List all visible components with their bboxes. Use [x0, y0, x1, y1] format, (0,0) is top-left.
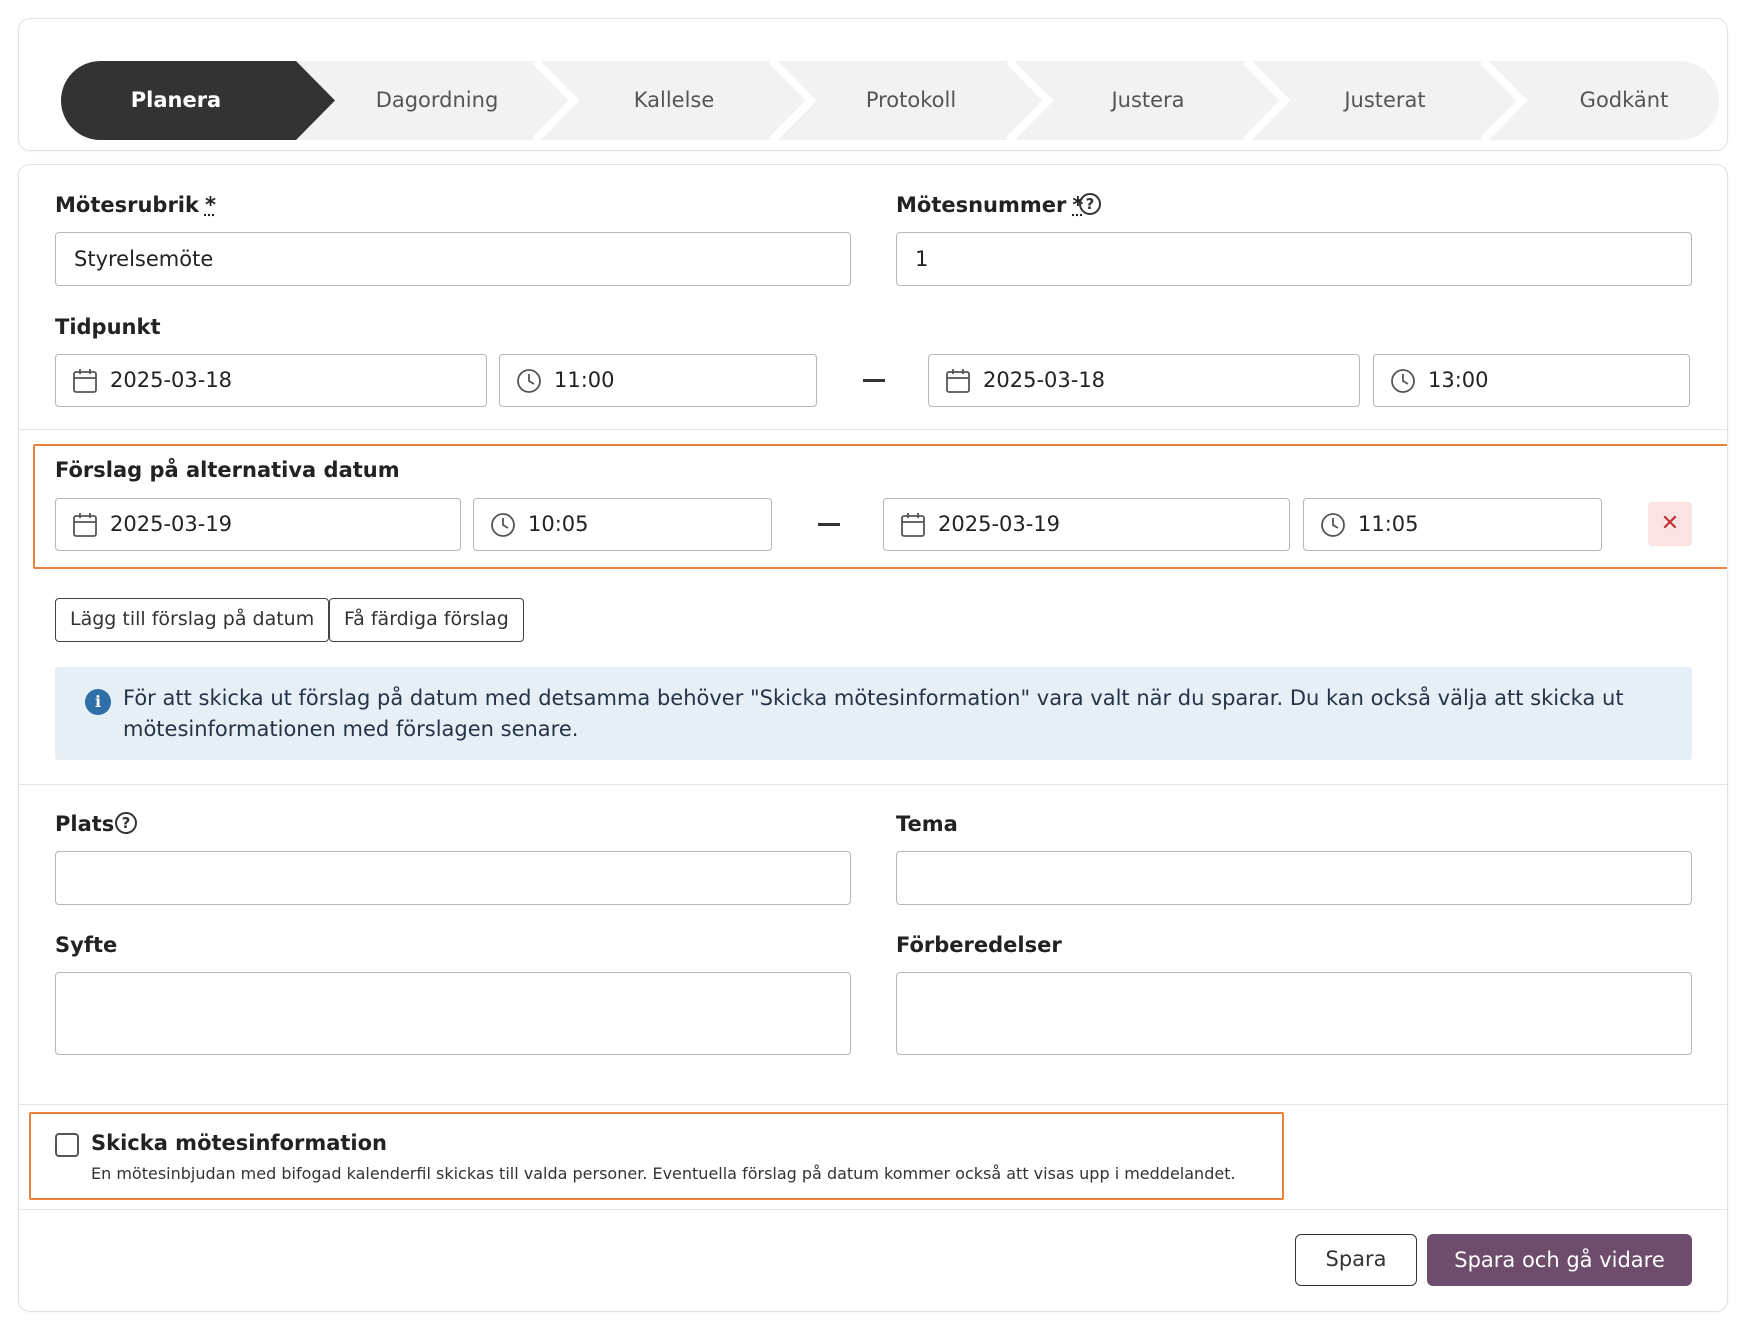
end-time-value: 13:00	[1428, 355, 1489, 406]
meeting-number-input[interactable]: 1	[896, 232, 1692, 286]
meeting-number-label-text: Mötesnummer	[896, 193, 1066, 217]
section-divider	[19, 1209, 1727, 1210]
alt-end-time-input[interactable]: 11:05	[1303, 498, 1602, 551]
purpose-textarea[interactable]	[55, 972, 851, 1055]
alt-start-time-input[interactable]: 10:05	[473, 498, 772, 551]
theme-label: Tema	[896, 812, 958, 836]
clock-icon	[490, 512, 516, 538]
close-icon: ✕	[1661, 511, 1679, 536]
add-date-suggestion-button[interactable]: Lägg till förslag på datum	[55, 598, 329, 642]
end-date-input[interactable]: 2025-03-18	[928, 354, 1360, 407]
remove-suggestion-button[interactable]: ✕	[1648, 502, 1692, 546]
calendar-icon	[945, 368, 971, 394]
info-alert: i För att skicka ut förslag på datum med…	[55, 667, 1692, 760]
step-protokoll[interactable]: Protokoll	[791, 61, 1031, 140]
meeting-title-value: Styrelsemöte	[74, 247, 213, 271]
required-mark: *	[205, 193, 216, 217]
step-justerat[interactable]: Justerat	[1265, 61, 1505, 140]
preparations-textarea[interactable]	[896, 972, 1692, 1055]
alt-start-time-value: 10:05	[528, 499, 589, 550]
save-button[interactable]: Spara	[1295, 1234, 1417, 1286]
step-godkant[interactable]: Godkänt	[1502, 61, 1744, 140]
section-divider	[19, 784, 1727, 785]
end-date-value: 2025-03-18	[983, 355, 1105, 406]
progress-stepper-card: Planera Dagordning Kallelse Protokoll Ju…	[18, 18, 1728, 151]
start-time-value: 11:00	[554, 355, 615, 406]
theme-input[interactable]	[896, 851, 1692, 905]
save-and-continue-button[interactable]: Spara och gå vidare	[1427, 1234, 1692, 1286]
step-justera[interactable]: Justera	[1028, 61, 1268, 140]
range-dash	[863, 379, 885, 382]
clock-icon	[1320, 512, 1346, 538]
calendar-icon	[72, 368, 98, 394]
meeting-form-card: Mötesrubrik * Styrelsemöte Mötesnummer * ?…	[18, 164, 1728, 1312]
help-icon[interactable]: ?	[115, 812, 137, 834]
calendar-icon	[72, 512, 98, 538]
section-divider	[19, 1104, 1727, 1105]
end-time-input[interactable]: 13:00	[1373, 354, 1690, 407]
get-ready-suggestions-button[interactable]: Få färdiga förslag	[329, 598, 524, 642]
help-icon[interactable]: ?	[1079, 193, 1101, 215]
meeting-title-label: Mötesrubrik *	[55, 193, 216, 217]
step-dagordning[interactable]: Dagordning	[317, 61, 557, 140]
time-label: Tidpunkt	[55, 315, 161, 339]
alt-end-date-value: 2025-03-19	[938, 499, 1060, 550]
send-info-highlight	[29, 1112, 1284, 1200]
place-label: Plats	[55, 812, 114, 836]
meeting-number-label: Mötesnummer *	[896, 193, 1083, 217]
section-divider	[19, 429, 1727, 430]
send-meeting-info-label: Skicka mötesinformation	[91, 1131, 387, 1155]
info-text: För att skicka ut förslag på datum med d…	[123, 683, 1653, 745]
purpose-label: Syfte	[55, 933, 117, 957]
meeting-number-value: 1	[915, 247, 928, 271]
calendar-icon	[900, 512, 926, 538]
alt-end-time-value: 11:05	[1358, 499, 1419, 550]
progress-stepper: Planera Dagordning Kallelse Protokoll Ju…	[61, 61, 1719, 140]
alt-end-date-input[interactable]: 2025-03-19	[883, 498, 1290, 551]
start-time-input[interactable]: 11:00	[499, 354, 817, 407]
alt-start-date-input[interactable]: 2025-03-19	[55, 498, 461, 551]
step-kallelse[interactable]: Kallelse	[554, 61, 794, 140]
meeting-title-input[interactable]: Styrelsemöte	[55, 232, 851, 286]
start-date-value: 2025-03-18	[110, 355, 232, 406]
step-planera[interactable]: Planera	[61, 61, 291, 140]
alt-start-date-value: 2025-03-19	[110, 499, 232, 550]
send-meeting-info-description: En mötesinbjudan med bifogad kalenderfil…	[91, 1164, 1236, 1183]
clock-icon	[1390, 368, 1416, 394]
range-dash	[818, 523, 840, 526]
send-meeting-info-checkbox[interactable]	[55, 1133, 79, 1157]
preparations-label: Förberedelser	[896, 933, 1062, 957]
place-input[interactable]	[55, 851, 851, 905]
clock-icon	[516, 368, 542, 394]
info-icon: i	[85, 689, 111, 715]
alternative-dates-label: Förslag på alternativa datum	[55, 458, 400, 482]
meeting-title-label-text: Mötesrubrik	[55, 193, 199, 217]
start-date-input[interactable]: 2025-03-18	[55, 354, 487, 407]
